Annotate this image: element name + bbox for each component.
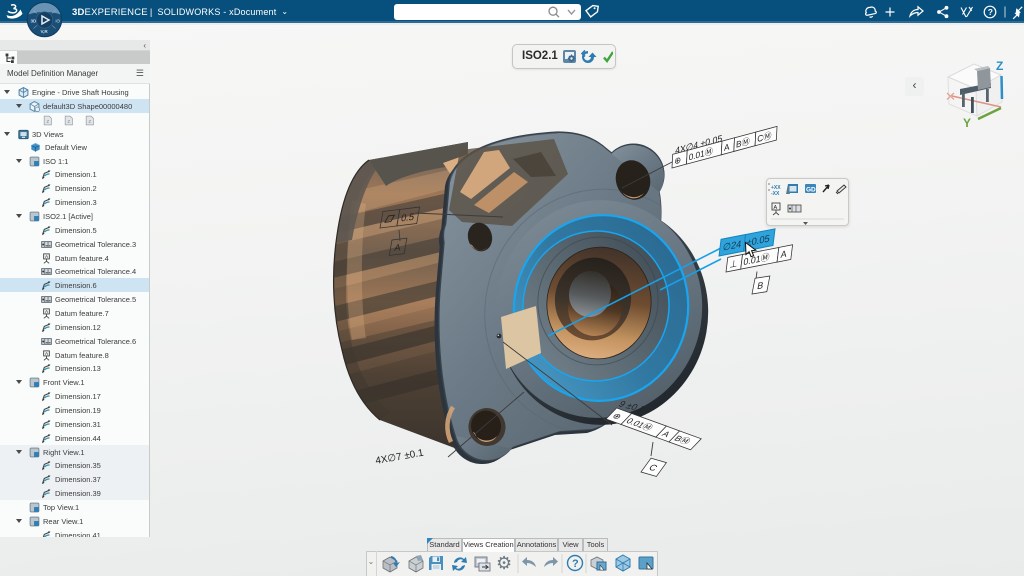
svg-text:0.5: 0.5 — [400, 212, 415, 225]
svg-text:Y: Y — [963, 116, 971, 130]
svg-text:⊥: ⊥ — [729, 258, 738, 270]
svg-text:Z: Z — [996, 59, 1003, 73]
svg-text:⊕: ⊕ — [674, 154, 681, 166]
svg-text:iʘ: iʘ — [56, 19, 61, 24]
svg-text:⚙: ⚙ — [496, 553, 512, 573]
svg-text:?: ? — [988, 7, 993, 17]
svg-text:4X∅7 ±0.1: 4X∅7 ±0.1 — [375, 448, 425, 467]
svg-text:-XX: -XX — [771, 191, 780, 197]
svg-text:A: A — [724, 141, 730, 153]
svg-text:V,R: V,R — [41, 29, 49, 34]
svg-text:3D: 3D — [31, 19, 38, 24]
svg-text:A: A — [774, 205, 778, 211]
svg-text:?: ? — [572, 558, 579, 570]
svg-text:GD: GD — [806, 187, 816, 194]
